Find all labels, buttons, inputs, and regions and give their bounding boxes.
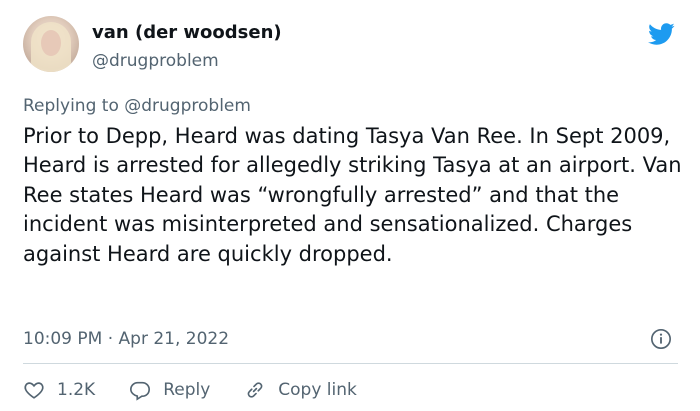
reply-button[interactable]: Reply	[129, 379, 210, 401]
tweet-text: Prior to Depp, Heard was dating Tasya Va…	[23, 124, 682, 266]
copy-link-button[interactable]: Copy link	[244, 379, 357, 401]
replying-label: Replying to	[23, 96, 119, 116]
display-name[interactable]: van (der woodsen)	[92, 22, 282, 44]
replying-mention[interactable]: @drugproblem	[124, 96, 251, 116]
heart-icon	[24, 382, 44, 399]
link-icon	[247, 382, 263, 398]
replying-to: Replying to @drugproblem	[23, 95, 251, 117]
divider	[23, 363, 678, 364]
info-icon[interactable]	[650, 328, 672, 350]
twitter-bird-icon[interactable]	[645, 20, 677, 48]
tweet-timestamp[interactable]: 10:09 PM · Apr 21, 2022	[23, 328, 229, 350]
tweet-card: van (der woodsen) @drugproblem Replying …	[0, 0, 700, 411]
reply-label: Reply	[163, 380, 211, 400]
avatar-face	[41, 30, 61, 56]
reply-icon	[130, 381, 151, 401]
avatar[interactable]	[23, 16, 79, 72]
user-handle[interactable]: @drugproblem	[92, 50, 219, 72]
like-count: 1.2K	[57, 380, 96, 400]
copy-link-label: Copy link	[278, 380, 357, 400]
action-bar: 1.2K Reply Copy link	[23, 376, 391, 404]
like-button[interactable]: 1.2K	[23, 379, 95, 401]
